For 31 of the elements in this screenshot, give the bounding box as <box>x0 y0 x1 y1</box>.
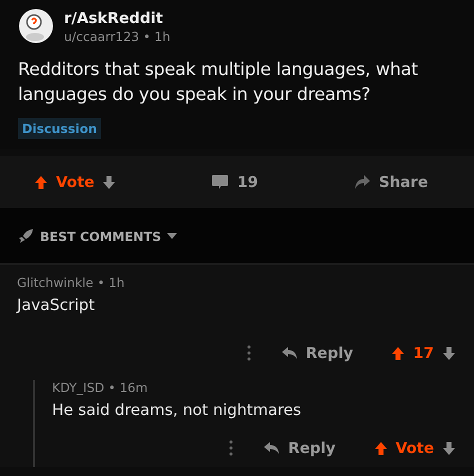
comment-meta: KDY_ISD • 16m <box>52 380 149 395</box>
comment-meta: Glitchwinkle • 1h <box>17 275 126 290</box>
share-icon <box>352 174 371 190</box>
reply-button[interactable]: Reply <box>263 439 336 457</box>
post-title: Redditors that speak multiple languages, what languages do you speak in your dreams? <box>18 59 418 107</box>
vote-label: Vote <box>56 173 94 191</box>
more-options-icon[interactable] <box>229 440 234 456</box>
reply-icon <box>280 346 298 360</box>
post-meta: u/ccaarr123 • 1h <box>64 28 170 44</box>
reply-button[interactable]: Reply <box>280 344 354 362</box>
vote-score: Vote <box>396 439 434 457</box>
caret-icon <box>167 233 178 239</box>
downvote-icon[interactable] <box>442 440 456 456</box>
subreddit-avatar-icon[interactable] <box>18 8 54 44</box>
comment-icon[interactable] <box>211 174 230 190</box>
downvote-icon[interactable] <box>102 174 116 190</box>
comment-text: JavaScript <box>17 296 96 314</box>
upvote-icon[interactable] <box>374 440 388 456</box>
upvote-icon[interactable] <box>391 346 406 360</box>
upvote-icon[interactable] <box>34 174 48 190</box>
vote-score: 17 <box>413 344 434 362</box>
reply-icon <box>263 441 280 455</box>
comment-count: 19 <box>237 173 258 191</box>
sort-dropdown[interactable]: BEST COMMENTS <box>18 228 178 244</box>
subreddit-name[interactable]: r/AskReddit <box>64 8 170 26</box>
downvote-icon[interactable] <box>442 346 456 360</box>
more-options-icon[interactable] <box>246 345 251 361</box>
rocket-icon <box>18 228 34 244</box>
share-button[interactable]: Share <box>352 173 428 191</box>
flair-tag[interactable]: Discussion <box>18 118 102 139</box>
comment-text: He said dreams, not nightmares <box>52 401 302 419</box>
